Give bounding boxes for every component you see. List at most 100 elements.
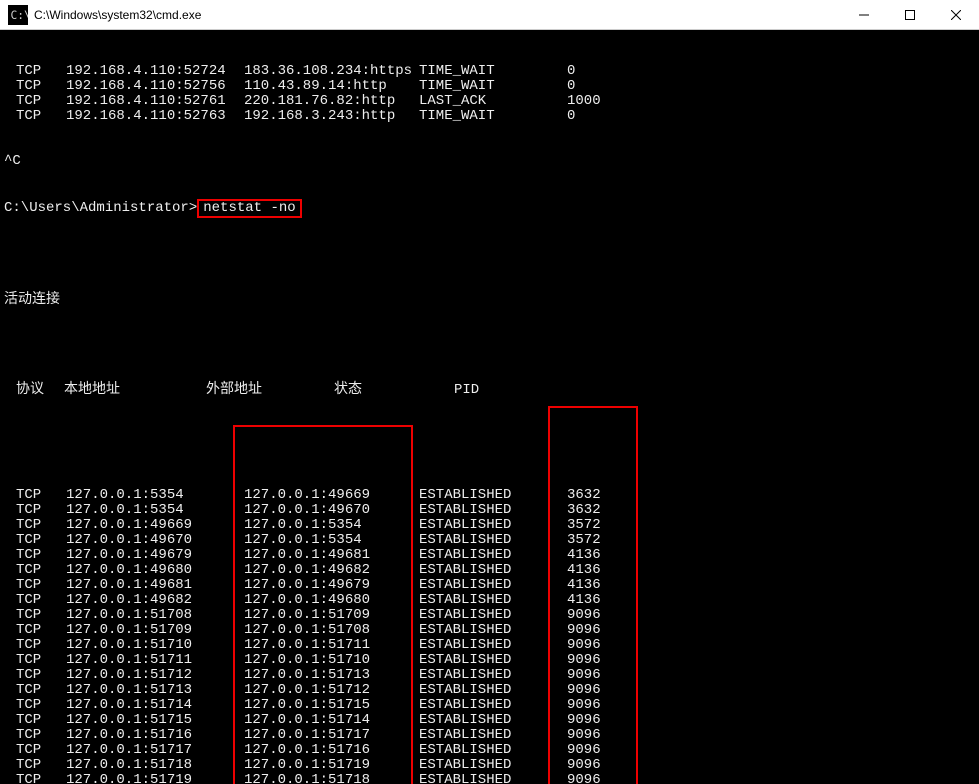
cell-pid: 0 bbox=[567, 79, 637, 94]
cell-foreign: 192.168.3.243:http bbox=[244, 109, 419, 124]
cell-proto: TCP bbox=[16, 668, 66, 683]
cell-pid: 4136 bbox=[567, 578, 637, 593]
cell-local: 127.0.0.1:51708 bbox=[66, 608, 244, 623]
cell-proto: TCP bbox=[16, 698, 66, 713]
cell-state: LAST_ACK bbox=[419, 94, 567, 109]
console-output[interactable]: TCP192.168.4.110:52724183.36.108.234:htt… bbox=[0, 30, 979, 784]
table-row: TCP127.0.0.1:51718127.0.0.1:51719ESTABLI… bbox=[4, 758, 975, 773]
cell-state: ESTABLISHED bbox=[419, 548, 567, 563]
table-row: TCP127.0.0.1:51717127.0.0.1:51716ESTABLI… bbox=[4, 743, 975, 758]
close-button[interactable] bbox=[933, 0, 979, 29]
cell-pid: 9096 bbox=[567, 638, 637, 653]
cell-pid: 0 bbox=[567, 109, 637, 124]
cell-proto: TCP bbox=[16, 728, 66, 743]
cell-local: 127.0.0.1:51715 bbox=[66, 713, 244, 728]
cell-local: 127.0.0.1:49679 bbox=[66, 548, 244, 563]
cell-pid: 9096 bbox=[567, 728, 637, 743]
cell-local: 127.0.0.1:51711 bbox=[66, 653, 244, 668]
cell-foreign: 127.0.0.1:49679 bbox=[244, 578, 419, 593]
cell-foreign: 127.0.0.1:5354 bbox=[244, 533, 419, 548]
cell-proto: TCP bbox=[16, 593, 66, 608]
cell-local: 127.0.0.1:49670 bbox=[66, 533, 244, 548]
cell-local: 127.0.0.1:49681 bbox=[66, 578, 244, 593]
header-proto: 协议 bbox=[16, 383, 64, 398]
table-row: TCP127.0.0.1:49680127.0.0.1:49682ESTABLI… bbox=[4, 563, 975, 578]
cell-proto: TCP bbox=[16, 79, 66, 94]
cell-foreign: 183.36.108.234:https bbox=[244, 64, 419, 79]
window-title: C:\Windows\system32\cmd.exe bbox=[34, 8, 841, 22]
cell-state: ESTABLISHED bbox=[419, 698, 567, 713]
cell-proto: TCP bbox=[16, 683, 66, 698]
cell-foreign: 127.0.0.1:51719 bbox=[244, 758, 419, 773]
cell-local: 127.0.0.1:51716 bbox=[66, 728, 244, 743]
cell-local: 127.0.0.1:51718 bbox=[66, 758, 244, 773]
table-row: TCP127.0.0.1:49669127.0.0.1:5354ESTABLIS… bbox=[4, 518, 975, 533]
cell-pid: 3572 bbox=[567, 533, 637, 548]
cell-state: ESTABLISHED bbox=[419, 773, 567, 784]
cell-state: ESTABLISHED bbox=[419, 638, 567, 653]
command-text: netstat -no bbox=[203, 200, 295, 216]
cell-state: ESTABLISHED bbox=[419, 488, 567, 503]
table-row: TCP127.0.0.1:5354127.0.0.1:49670ESTABLIS… bbox=[4, 503, 975, 518]
table-row: TCP127.0.0.1:51708127.0.0.1:51709ESTABLI… bbox=[4, 608, 975, 623]
cell-proto: TCP bbox=[16, 578, 66, 593]
cell-state: ESTABLISHED bbox=[419, 713, 567, 728]
cell-state: TIME_WAIT bbox=[419, 64, 567, 79]
cell-proto: TCP bbox=[16, 713, 66, 728]
cell-local: 127.0.0.1:51717 bbox=[66, 743, 244, 758]
header-pid: PID bbox=[454, 383, 514, 398]
minimize-button[interactable] bbox=[841, 0, 887, 29]
cell-pid: 1000 bbox=[567, 94, 637, 109]
table-row: TCP127.0.0.1:51713127.0.0.1:51712ESTABLI… bbox=[4, 683, 975, 698]
cell-local: 127.0.0.1:49669 bbox=[66, 518, 244, 533]
cell-pid: 9096 bbox=[567, 698, 637, 713]
cell-local: 127.0.0.1:51710 bbox=[66, 638, 244, 653]
cell-local: 192.168.4.110:52763 bbox=[66, 109, 244, 124]
cell-state: ESTABLISHED bbox=[419, 653, 567, 668]
cell-local: 127.0.0.1:51709 bbox=[66, 623, 244, 638]
cell-foreign: 127.0.0.1:51716 bbox=[244, 743, 419, 758]
cell-proto: TCP bbox=[16, 488, 66, 503]
header-foreign: 外部地址 bbox=[206, 383, 334, 398]
window-controls bbox=[841, 0, 979, 29]
maximize-button[interactable] bbox=[887, 0, 933, 29]
cell-proto: TCP bbox=[16, 563, 66, 578]
cell-pid: 9096 bbox=[567, 758, 637, 773]
cell-state: ESTABLISHED bbox=[419, 518, 567, 533]
cell-foreign: 127.0.0.1:49680 bbox=[244, 593, 419, 608]
cell-local: 127.0.0.1:49682 bbox=[66, 593, 244, 608]
cell-proto: TCP bbox=[16, 64, 66, 79]
cell-state: ESTABLISHED bbox=[419, 683, 567, 698]
table-row: TCP192.168.4.110:52756110.43.89.14:httpT… bbox=[4, 79, 975, 94]
cell-pid: 9096 bbox=[567, 668, 637, 683]
cell-state: ESTABLISHED bbox=[419, 608, 567, 623]
cell-state: ESTABLISHED bbox=[419, 503, 567, 518]
cell-proto: TCP bbox=[16, 623, 66, 638]
cell-state: ESTABLISHED bbox=[419, 668, 567, 683]
cell-pid: 9096 bbox=[567, 608, 637, 623]
command-highlight-box: netstat -no bbox=[197, 199, 301, 218]
table-row: TCP192.168.4.110:52761220.181.76.82:http… bbox=[4, 94, 975, 109]
cell-local: 192.168.4.110:52761 bbox=[66, 94, 244, 109]
cell-foreign: 127.0.0.1:49669 bbox=[244, 488, 419, 503]
window-titlebar: C:\ C:\Windows\system32\cmd.exe bbox=[0, 0, 979, 30]
cell-pid: 3632 bbox=[567, 488, 637, 503]
table-row: TCP127.0.0.1:49670127.0.0.1:5354ESTABLIS… bbox=[4, 533, 975, 548]
cell-proto: TCP bbox=[16, 773, 66, 784]
cell-state: TIME_WAIT bbox=[419, 79, 567, 94]
header-local: 本地地址 bbox=[64, 383, 206, 398]
table-row: TCP127.0.0.1:51711127.0.0.1:51710ESTABLI… bbox=[4, 653, 975, 668]
break-line: ^C bbox=[4, 154, 975, 169]
cell-local: 192.168.4.110:52756 bbox=[66, 79, 244, 94]
cell-state: ESTABLISHED bbox=[419, 563, 567, 578]
table-row: TCP127.0.0.1:51710127.0.0.1:51711ESTABLI… bbox=[4, 638, 975, 653]
cell-pid: 9096 bbox=[567, 653, 637, 668]
cell-foreign: 127.0.0.1:51709 bbox=[244, 608, 419, 623]
table-row: TCP127.0.0.1:49681127.0.0.1:49679ESTABLI… bbox=[4, 578, 975, 593]
cell-foreign: 127.0.0.1:51710 bbox=[244, 653, 419, 668]
table-row: TCP127.0.0.1:51714127.0.0.1:51715ESTABLI… bbox=[4, 698, 975, 713]
cell-foreign: 127.0.0.1:51718 bbox=[244, 773, 419, 784]
cell-pid: 9096 bbox=[567, 623, 637, 638]
table-row: TCP192.168.4.110:52724183.36.108.234:htt… bbox=[4, 64, 975, 79]
cell-proto: TCP bbox=[16, 758, 66, 773]
